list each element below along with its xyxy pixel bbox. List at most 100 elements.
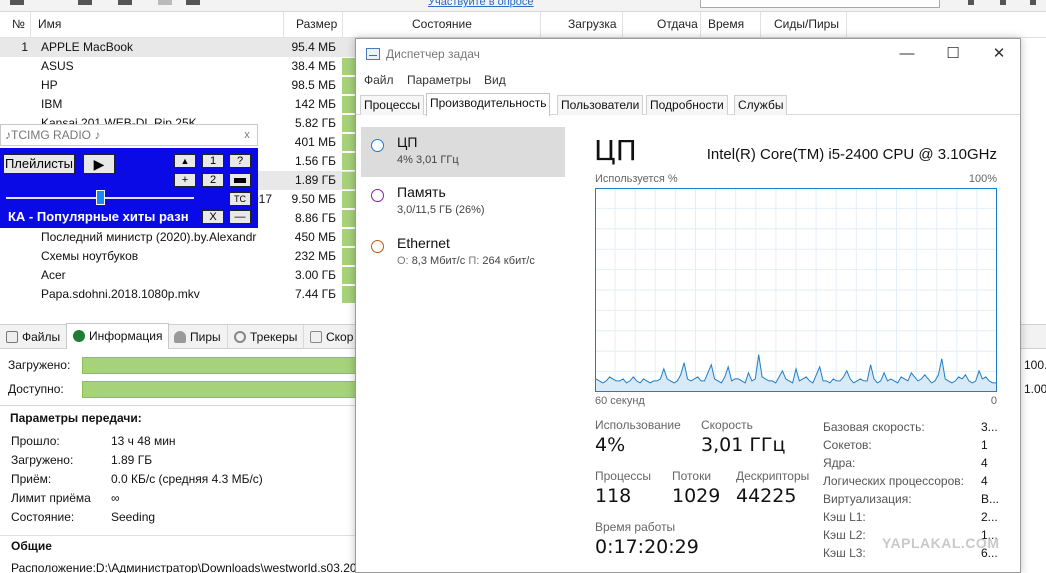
sidebar-item-sub: 4% 3,01 ГГц bbox=[397, 154, 459, 166]
add-torrent-icon[interactable] bbox=[10, 0, 24, 5]
table-row[interactable]: ASUS 38.4 МБ bbox=[0, 57, 360, 76]
processes-stat: Процессы 118 bbox=[595, 469, 652, 507]
col-upload[interactable]: Отдача bbox=[657, 17, 698, 31]
play-button[interactable]: ▶ bbox=[83, 154, 115, 174]
tab-trackers[interactable]: Трекеры bbox=[228, 325, 305, 349]
general-title: Общие bbox=[11, 539, 52, 553]
location-path: Расположение:D:\Администратор\Downloads\… bbox=[11, 561, 357, 573]
tc-button[interactable]: TC bbox=[229, 192, 251, 206]
sidebar-item-sub: О: 8,3 Мбит/с П: 264 кбит/с bbox=[397, 255, 535, 267]
threads-stat: Потоки 1029 bbox=[672, 469, 721, 507]
table-row[interactable]: Последний министр (2020).by.Alexandr 450 … bbox=[0, 228, 360, 247]
progress-bar bbox=[342, 115, 356, 132]
tab-processes[interactable]: Процессы bbox=[360, 95, 425, 115]
sidebar-item-memory[interactable]: Память 3,0/11,5 ГБ (26%) bbox=[361, 177, 565, 227]
start-icon[interactable] bbox=[78, 0, 92, 5]
preset-1-button[interactable]: 1 bbox=[202, 154, 224, 168]
tab-info[interactable]: Информация bbox=[66, 323, 170, 349]
uptime-stat: Время работы 0:17:20:29 bbox=[595, 520, 699, 558]
table-row[interactable]: 1 APPLE MacBook 95.4 МБ bbox=[0, 38, 360, 57]
ethernet-indicator-icon bbox=[371, 240, 384, 253]
col-seeds[interactable]: Сиды/Пиры bbox=[774, 17, 839, 31]
watermark: YAPLAKAL.COM bbox=[882, 535, 1000, 551]
cpu-panel: ЦП Intel(R) Core(TM) i5-2400 CPU @ 3.10G… bbox=[574, 116, 1020, 572]
tab-peers[interactable]: Пиры bbox=[168, 325, 228, 349]
remove-icon[interactable] bbox=[186, 0, 200, 5]
downloaded-label: Загружено: bbox=[8, 358, 71, 372]
progress-bar bbox=[342, 286, 356, 303]
col-time[interactable]: Время bbox=[708, 17, 744, 31]
param-value: Seeding bbox=[111, 510, 156, 524]
toolbar: Участвуйте в опросе bbox=[0, 0, 1046, 12]
add-button[interactable]: + bbox=[174, 173, 196, 187]
menu-view[interactable]: Вид bbox=[484, 73, 506, 87]
param-label: Лимит приёма bbox=[11, 491, 91, 505]
memory-indicator-icon bbox=[371, 189, 384, 202]
table-row[interactable]: Papa.sdohni.2018.1080p.mkv 7.44 ГБ bbox=[0, 285, 360, 304]
titlebar[interactable]: Диспетчер задач — ☐ ✕ bbox=[356, 39, 1020, 71]
tab-services[interactable]: Службы bbox=[734, 95, 788, 115]
minimize-button[interactable]: — bbox=[884, 39, 930, 69]
stop-button[interactable]: X bbox=[202, 210, 224, 224]
param-value: 0.0 КБ/с (средняя 4.3 МБ/с) bbox=[111, 472, 263, 486]
menu-options[interactable]: Параметры bbox=[407, 73, 471, 87]
col-name[interactable]: Имя bbox=[38, 17, 61, 31]
tab-performance[interactable]: Производительность bbox=[426, 93, 551, 116]
sidebar-item-ethernet[interactable]: Ethernet О: 8,3 Мбит/с П: 264 кбит/с bbox=[361, 228, 565, 278]
up-button[interactable]: ▲ bbox=[174, 154, 196, 168]
table-row[interactable]: IBM 142 МБ bbox=[0, 95, 360, 114]
sidebar-item-cpu[interactable]: ЦП 4% 3,01 ГГц bbox=[361, 127, 565, 177]
tab-users[interactable]: Пользователи bbox=[557, 95, 644, 115]
spec-value: 1 bbox=[981, 438, 988, 452]
available-value: 1.00 bbox=[1024, 382, 1046, 396]
overflow-icon[interactable] bbox=[1030, 0, 1036, 5]
radio-close-button[interactable]: x bbox=[239, 128, 255, 144]
record-button[interactable] bbox=[229, 173, 251, 187]
params-title: Параметры передачи: bbox=[10, 411, 142, 425]
tab-speed[interactable]: Скор bbox=[304, 325, 361, 349]
progress-bar bbox=[342, 210, 356, 227]
cpu-usage-graph[interactable] bbox=[595, 188, 997, 392]
menu-icon[interactable] bbox=[1000, 0, 1006, 5]
maximize-button[interactable]: ☐ bbox=[930, 39, 976, 69]
transfer-params: Параметры передачи: Прошло: 13 ч 48 мин … bbox=[0, 405, 360, 573]
radio-title: ♪TCIMG RADIO ♪ bbox=[5, 128, 101, 142]
table-row[interactable]: Схемы ноутбуков 232 МБ bbox=[0, 247, 360, 266]
table-row[interactable]: Acer 3.00 ГБ bbox=[0, 266, 360, 285]
graph-label-max: 100% bbox=[968, 173, 997, 185]
progress-bar bbox=[342, 58, 356, 75]
spec-label: Кэш L1: bbox=[823, 510, 866, 524]
downloaded-value: 100. bbox=[1024, 358, 1046, 372]
progress-bar bbox=[342, 229, 356, 246]
minimize-button[interactable]: — bbox=[229, 210, 251, 224]
param-value: 1.89 ГБ bbox=[111, 453, 153, 467]
progress-bar bbox=[342, 153, 356, 170]
files-icon bbox=[6, 331, 18, 343]
stop-icon[interactable] bbox=[118, 0, 132, 5]
spec-label: Кэш L3: bbox=[823, 546, 866, 560]
divider bbox=[0, 535, 360, 536]
preset-2-button[interactable]: 2 bbox=[202, 173, 224, 187]
survey-link[interactable]: Участвуйте в опросе bbox=[428, 0, 534, 8]
col-size[interactable]: Размер bbox=[296, 17, 337, 31]
menu-file[interactable]: Файл bbox=[364, 73, 394, 87]
tab-details[interactable]: Подробности bbox=[646, 95, 728, 115]
help-button[interactable]: ? bbox=[229, 154, 251, 168]
search-input[interactable] bbox=[700, 0, 940, 8]
col-num[interactable]: № bbox=[12, 17, 25, 31]
radio-widget: ♪TCIMG RADIO ♪ x Плейлисты ▶ ▲ 1 ? + 2 T… bbox=[0, 124, 258, 228]
table-row[interactable]: HP 98.5 МБ bbox=[0, 76, 360, 95]
playlists-button[interactable]: Плейлисты bbox=[3, 154, 75, 174]
close-button[interactable]: ✕ bbox=[976, 39, 1020, 69]
param-label: Загружено: bbox=[11, 453, 74, 467]
col-download[interactable]: Загрузка bbox=[568, 17, 617, 31]
graph-time-right: 0 bbox=[990, 395, 997, 407]
settings-icon[interactable] bbox=[968, 0, 974, 5]
spec-value: 3... bbox=[981, 420, 998, 434]
col-status[interactable]: Состояние bbox=[412, 17, 472, 31]
tab-files[interactable]: Файлы bbox=[0, 325, 68, 349]
radio-titlebar[interactable]: ♪TCIMG RADIO ♪ x bbox=[0, 124, 258, 146]
volume-slider[interactable] bbox=[96, 190, 105, 205]
handles-stat: Дескрипторы 44225 bbox=[736, 469, 810, 507]
progress-bar bbox=[342, 267, 356, 284]
